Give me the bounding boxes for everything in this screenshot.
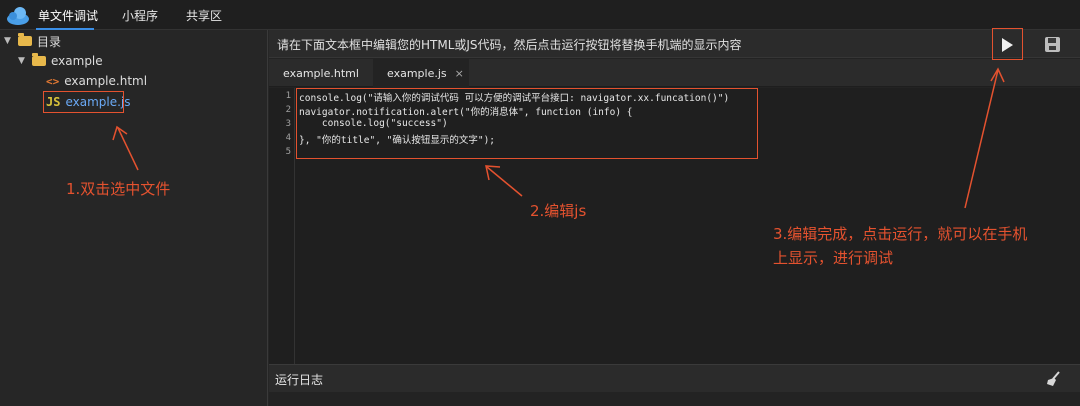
annotation-step3-line2: 上显示，进行调试 [773, 249, 894, 267]
annotation-step1: 1.双击选中文件 [66, 180, 171, 198]
annotation-step3-line1: 3.编辑完成，点击运行，就可以在手机 [773, 225, 1028, 243]
annotation-step2: 2.编辑js [530, 202, 587, 220]
